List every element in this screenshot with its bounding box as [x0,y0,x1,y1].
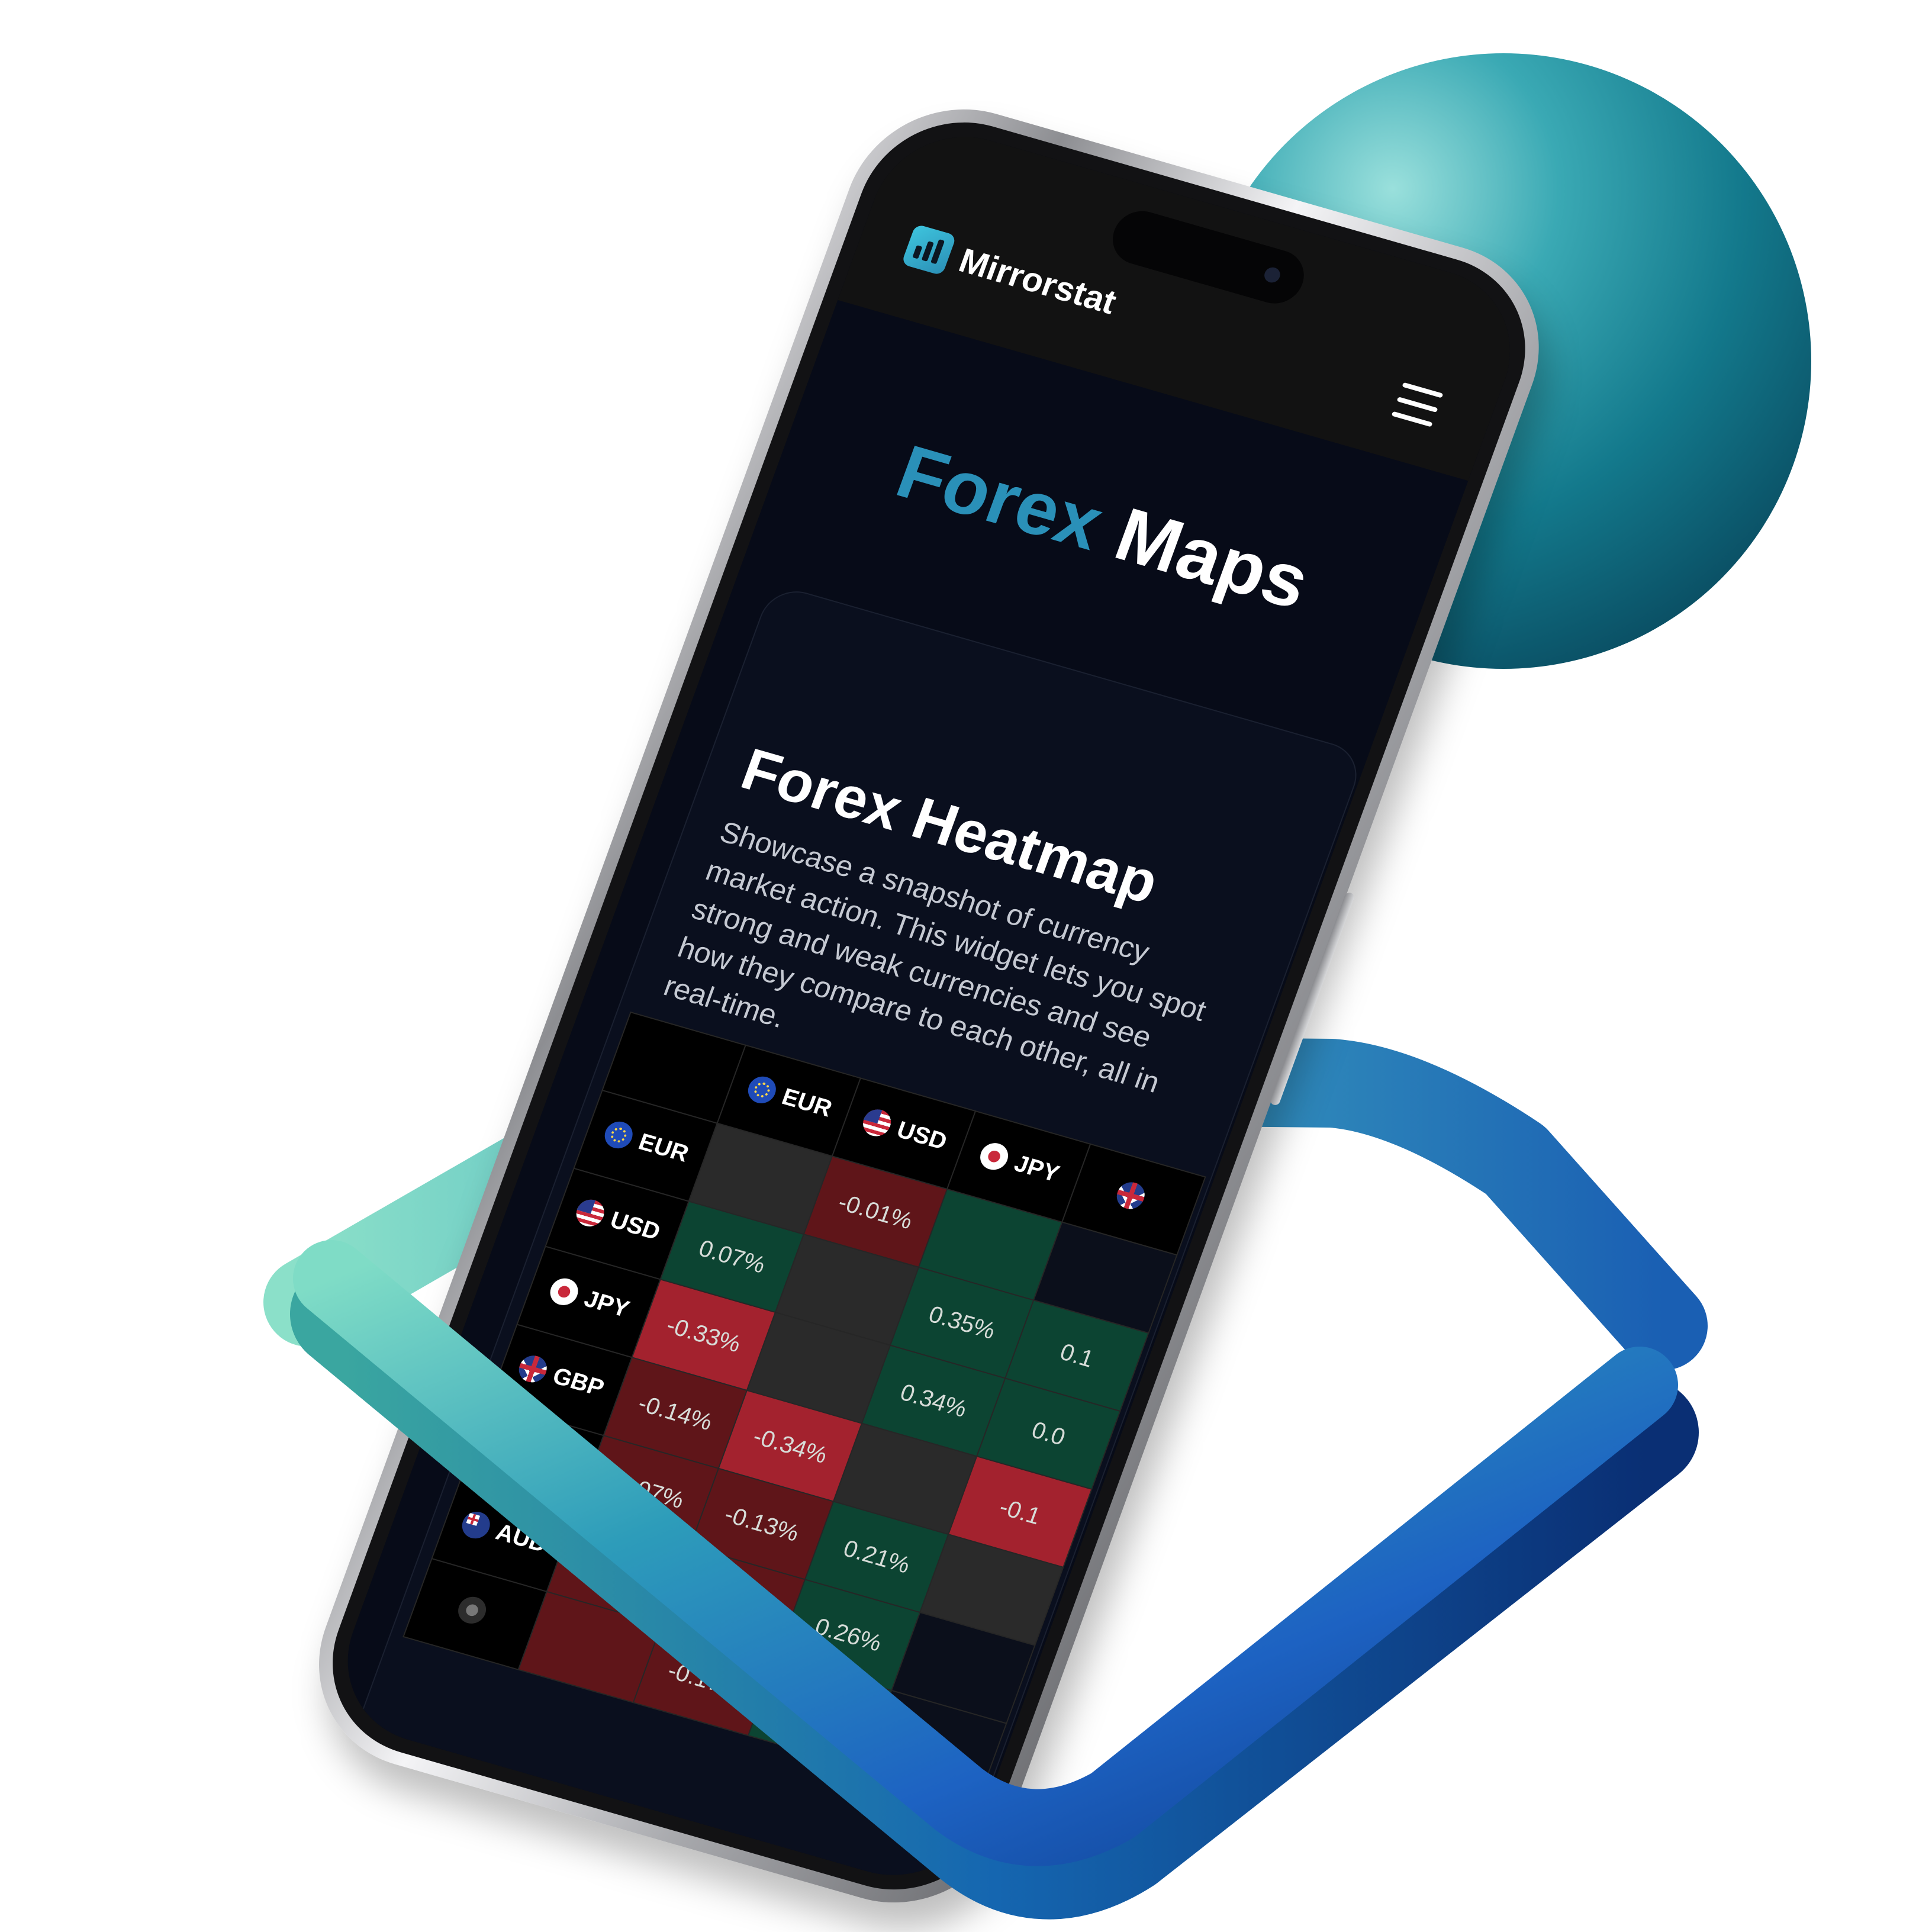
phone-mockup: Mirrorstat Forex Maps Forex Heatmap Show… [287,83,1571,1930]
gb-flag-icon [514,1352,550,1386]
front-camera-icon [1262,265,1283,285]
us-flag-icon [859,1106,895,1139]
mockup-scene: Mirrorstat Forex Maps Forex Heatmap Show… [0,0,1932,1932]
currency-flag-icon [454,1593,490,1627]
brand-name: Mirrorstat [954,240,1122,321]
ch-flag-icon [488,1431,524,1464]
eu-flag-icon [744,1073,780,1107]
jp-flag-icon [976,1139,1012,1173]
page-title-rest: Maps [1105,492,1321,625]
gb-flag-icon [1113,1178,1149,1212]
phone-screen: Mirrorstat Forex Maps Forex Heatmap Show… [323,116,1535,1896]
eu-flag-icon [600,1118,636,1152]
us-flag-icon [572,1196,608,1230]
brand-logo[interactable]: Mirrorstat [901,224,1122,323]
mirrorstat-logo-icon [901,224,957,276]
page-title-accent: Forex [886,429,1114,566]
hamburger-menu-icon[interactable] [1391,382,1444,427]
jp-flag-icon [546,1275,582,1309]
au-flag-icon [458,1508,494,1542]
